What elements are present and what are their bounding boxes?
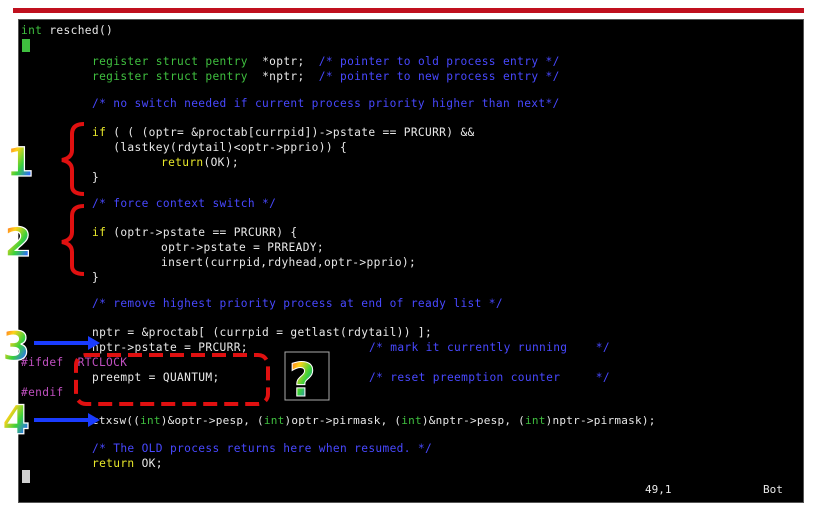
red-brace-1 — [61, 122, 85, 196]
annotation-number-4: 4 — [2, 398, 30, 444]
question-mark-icon: ? — [289, 353, 316, 407]
blue-arrow-3 — [34, 336, 100, 350]
annotation-overlay: 1 2 3 4 ? — [1, 122, 330, 445]
blue-arrow-4 — [34, 413, 100, 427]
annotation-number-3: 3 — [2, 324, 30, 370]
dashed-highlight-box — [74, 353, 270, 406]
annotation-number-1: 1 — [6, 140, 34, 186]
red-brace-2 — [61, 204, 85, 276]
annotation-number-2: 2 — [4, 220, 32, 266]
